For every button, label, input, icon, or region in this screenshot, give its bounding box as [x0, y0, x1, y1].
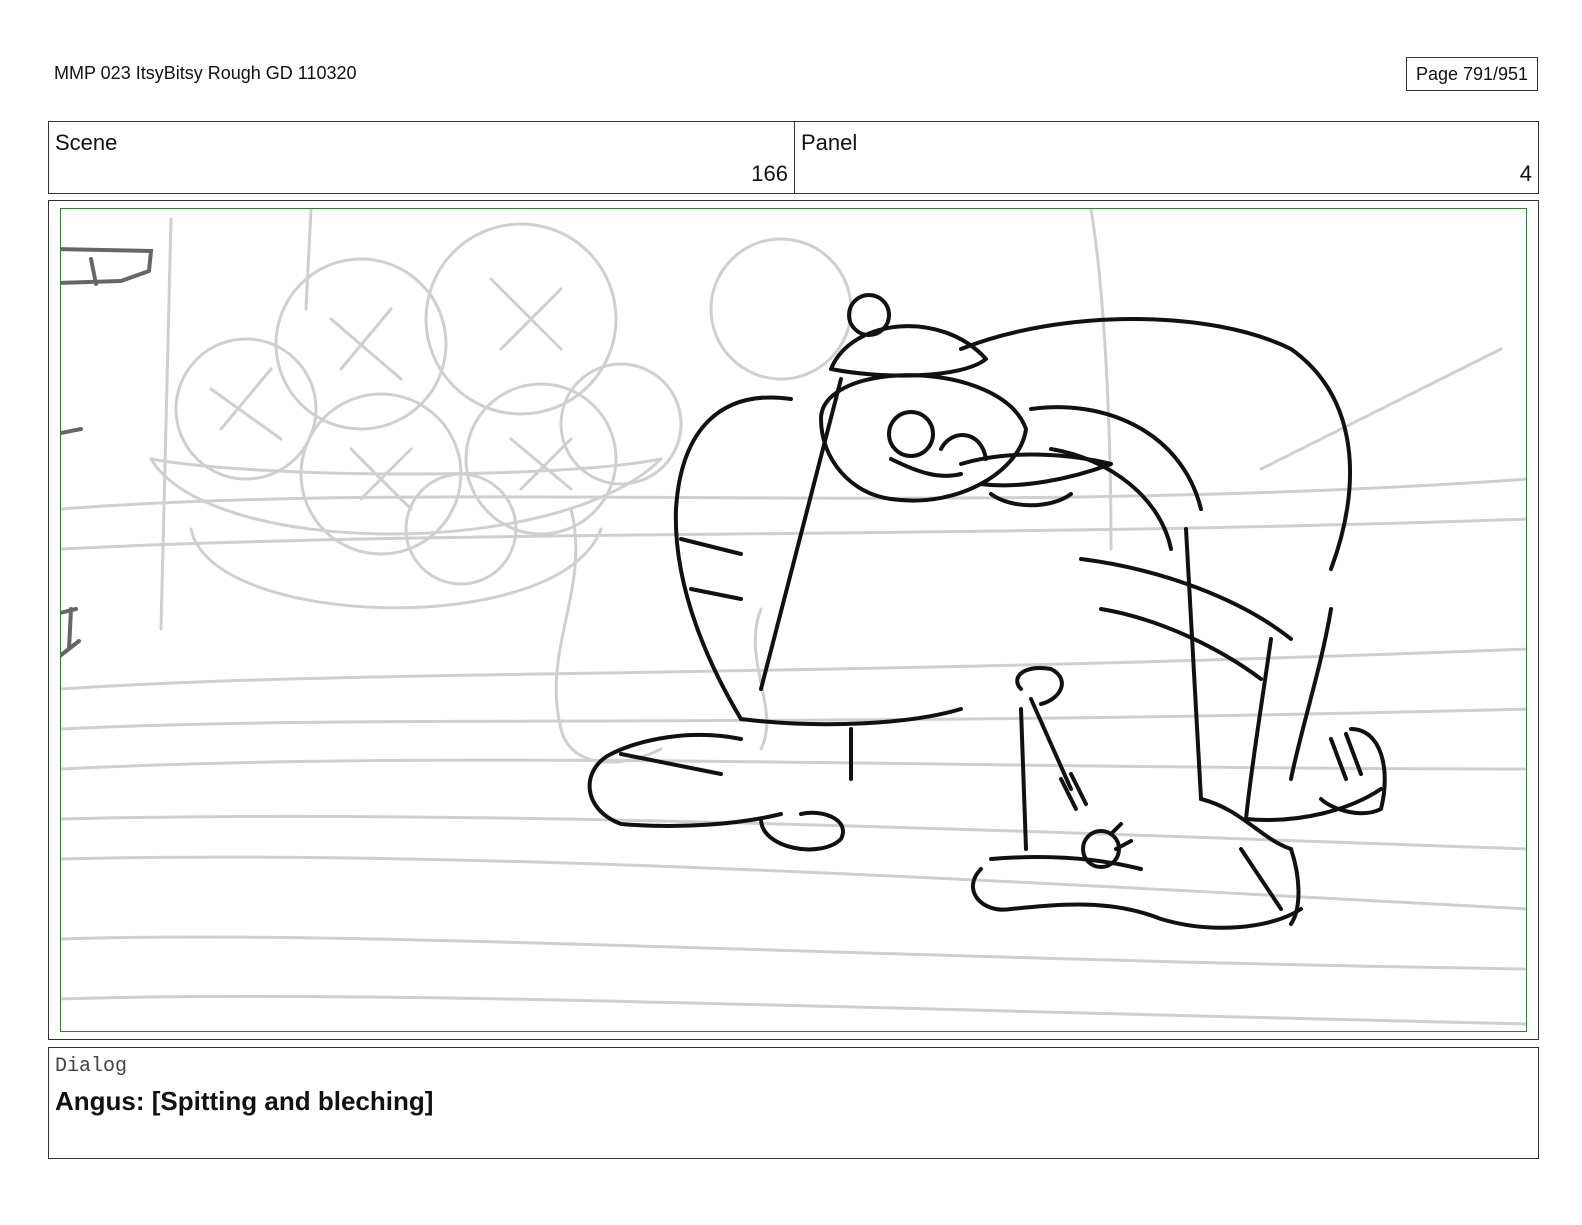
sketch-illustration	[61, 209, 1526, 1026]
dialog-box: Dialog Angus: [Spitting and bleching]	[48, 1047, 1539, 1159]
scene-panel-header: Scene 166 Panel 4	[48, 121, 1539, 194]
scene-label: Scene	[55, 130, 118, 155]
page-indicator-text: Page 791/951	[1415, 63, 1529, 84]
dialog-label: Dialog	[55, 1055, 128, 1078]
dialog-text: Angus: [Spitting and bleching]	[55, 1086, 434, 1116]
panel-label: Panel	[801, 130, 858, 155]
page-indicator: Page 791/951	[1406, 57, 1538, 91]
storyboard-drawing	[60, 208, 1527, 1032]
scene-number: 166	[751, 161, 788, 186]
document-title: MMP 023 ItsyBitsy Rough GD 110320	[54, 63, 357, 83]
panel-cell: Panel 4	[795, 122, 1538, 193]
panel-number: 4	[1519, 161, 1532, 186]
storyboard-frame	[48, 200, 1539, 1040]
scene-cell: Scene 166	[49, 122, 795, 193]
